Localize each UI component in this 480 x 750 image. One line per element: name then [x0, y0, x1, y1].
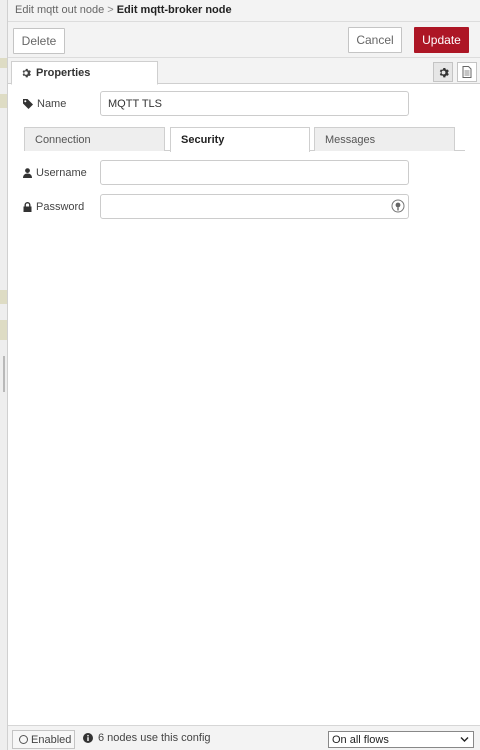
breadcrumb-current: Edit mqtt-broker node [116, 4, 232, 16]
chevron-down-icon [460, 737, 469, 742]
lock-icon [23, 202, 32, 212]
name-input[interactable] [100, 91, 409, 116]
enabled-label: Enabled [31, 733, 72, 746]
scope-select[interactable]: On all flows [328, 731, 474, 748]
tab-properties[interactable]: Properties [11, 61, 158, 85]
settings-tab-button[interactable] [433, 62, 453, 82]
workspace-node-fragment [0, 320, 7, 340]
tray-toolbar: Delete Cancel Update [8, 22, 480, 58]
delete-button[interactable]: Delete [13, 28, 65, 54]
tab-messages[interactable]: Messages [314, 127, 455, 151]
tray-tabs: Properties [8, 58, 480, 85]
workspace-node-fragment [0, 94, 7, 108]
tray-footer: Enabled 6 nodes use this config On all f… [8, 725, 480, 750]
resize-handle[interactable] [3, 356, 5, 392]
username-row: Username [8, 160, 480, 186]
config-users-text: 6 nodes use this config [98, 732, 211, 744]
password-input[interactable] [100, 194, 409, 219]
eye-icon[interactable] [391, 199, 405, 213]
info-icon [83, 733, 93, 743]
description-tab-button[interactable] [457, 62, 477, 82]
doc-icon [462, 66, 472, 78]
name-label: Name [37, 98, 67, 110]
name-row: Name [8, 91, 480, 117]
breadcrumb-separator: > [107, 4, 114, 16]
tab-properties-label: Properties [36, 67, 91, 79]
password-label-wrap: Password [23, 194, 84, 220]
username-input[interactable] [100, 160, 409, 185]
update-button[interactable]: Update [414, 27, 469, 53]
workspace-node-fragment [0, 58, 7, 68]
broker-config-tabs: Connection Security Messages [24, 127, 465, 152]
cancel-button[interactable]: Cancel [348, 27, 402, 53]
edit-tray: Edit mqtt out node > Edit mqtt-broker node… [8, 0, 480, 750]
gear-icon [22, 68, 31, 78]
enabled-toggle[interactable]: Enabled [12, 730, 75, 749]
username-label-wrap: Username [23, 160, 87, 186]
workspace-node-fragment [0, 290, 7, 304]
tab-security[interactable]: Security [170, 127, 310, 152]
tag-icon [23, 99, 33, 109]
breadcrumb-parent[interactable]: Edit mqtt out node [15, 4, 104, 16]
workspace-edge [0, 0, 8, 750]
scope-select-value: On all flows [332, 733, 389, 746]
password-row: Password [8, 194, 480, 220]
password-label: Password [36, 201, 85, 213]
breadcrumb: Edit mqtt out node > Edit mqtt-broker node [8, 0, 480, 22]
tab-connection[interactable]: Connection [24, 127, 165, 151]
config-users-info: 6 nodes use this config [83, 732, 211, 744]
username-label: Username [36, 167, 87, 179]
circle-icon [19, 735, 28, 744]
user-icon [23, 168, 32, 178]
name-label-wrap: Name [23, 91, 66, 117]
gear-icon [439, 67, 449, 77]
